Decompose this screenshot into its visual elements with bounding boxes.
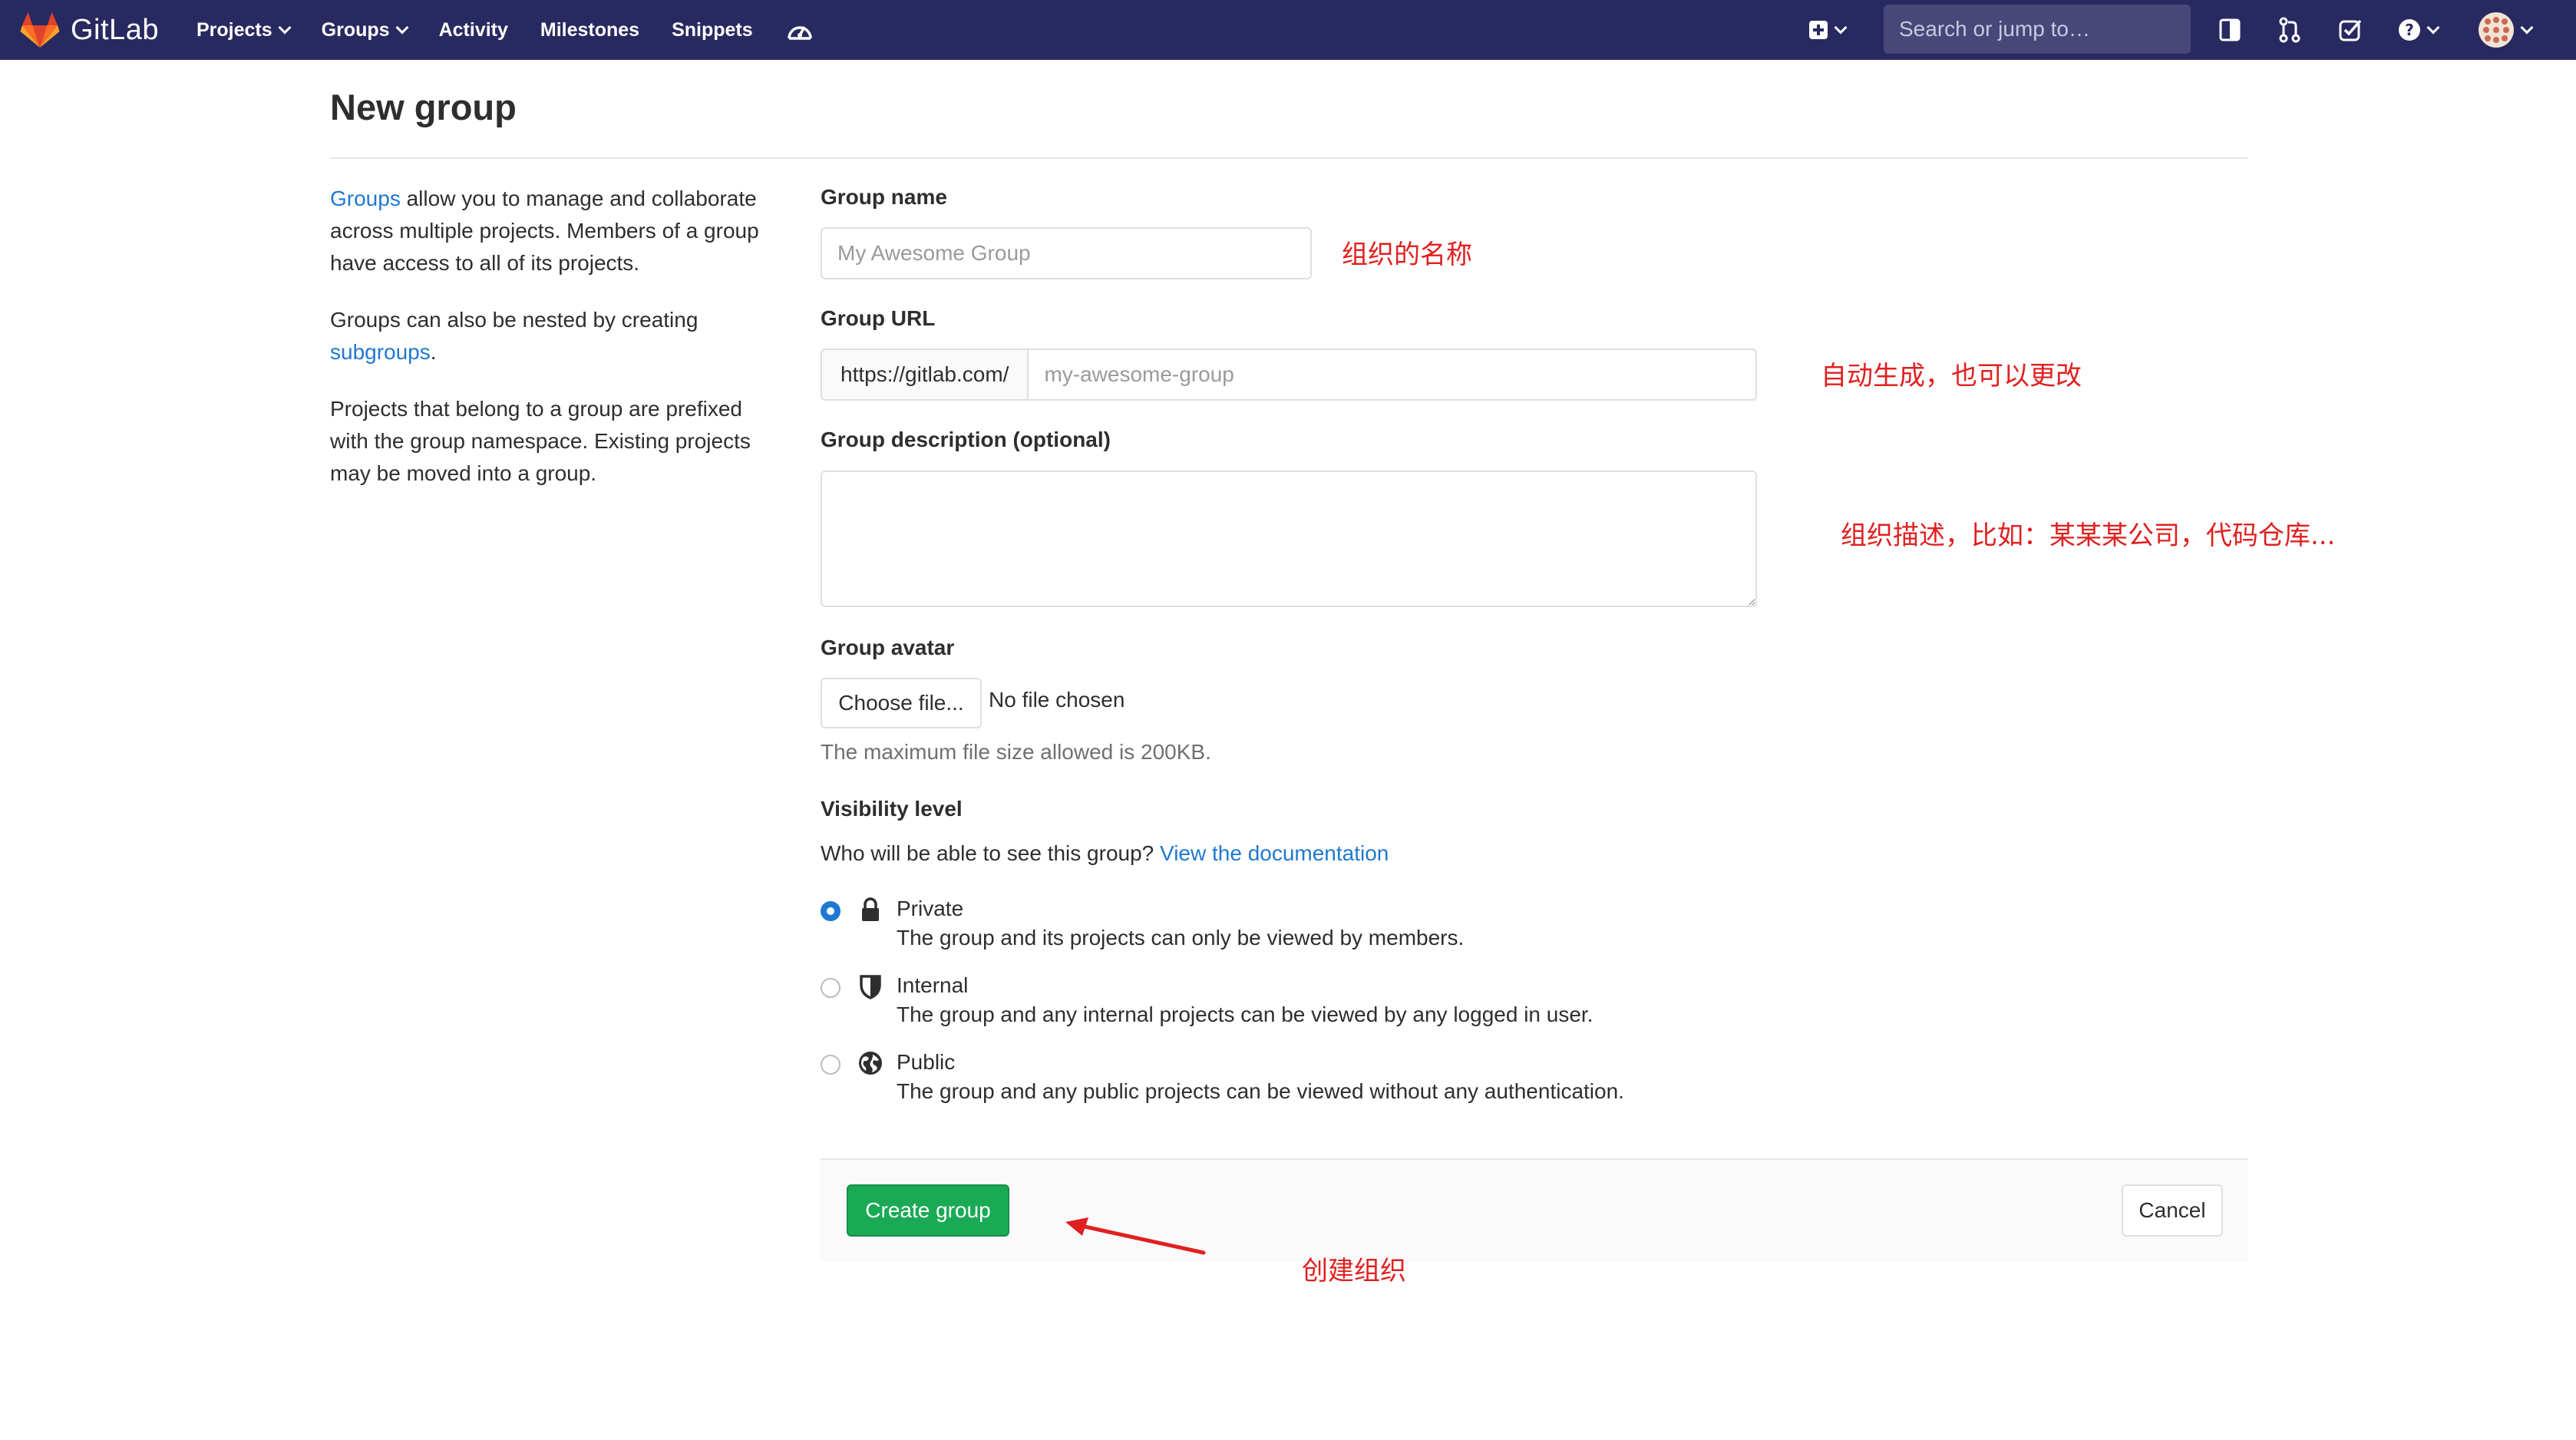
file-status-text: No file chosen <box>989 688 1125 712</box>
nav-activity-label: Activity <box>438 18 508 41</box>
annotation-create-group: 创建组织 <box>1302 1256 1406 1286</box>
visibility-public-label: Public <box>897 1050 956 1074</box>
visibility-radio-private[interactable] <box>821 901 841 921</box>
chevron-down-icon <box>278 21 292 35</box>
nav-groups[interactable]: Groups <box>321 18 409 41</box>
visibility-question: Who will be able to see this group? View… <box>821 841 1389 866</box>
svg-text:?: ? <box>2405 21 2414 39</box>
group-url-field: https://gitlab.com/ <box>821 348 1757 401</box>
user-avatar <box>2479 12 2514 48</box>
nav-activity[interactable]: Activity <box>439 19 508 41</box>
todo-check-icon <box>2339 19 2362 41</box>
nav-projects[interactable]: Projects <box>197 18 292 41</box>
chevron-down-icon <box>395 21 409 35</box>
cancel-button[interactable]: Cancel <box>2122 1184 2223 1237</box>
todos-button[interactable] <box>2338 15 2363 45</box>
admin-area-link[interactable] <box>785 17 814 43</box>
merge-request-icon <box>2279 17 2300 43</box>
title-divider <box>330 157 2247 159</box>
info-text-3: Projects that belong to a group are pref… <box>330 397 751 485</box>
merge-requests-button[interactable] <box>2278 15 2301 45</box>
main-nav: Projects Groups Activity Milestones Snip… <box>197 0 847 60</box>
info-paragraph-groups: Groups allow you to manage and collabora… <box>330 183 783 279</box>
visibility-internal-label: Internal <box>897 973 969 997</box>
group-url-label: Group URL <box>821 306 936 330</box>
info-paragraph-subgroups: Groups can also be nested by creating su… <box>330 304 783 368</box>
visibility-public-desc: The group and any public projects can be… <box>897 1079 1624 1103</box>
brand-name: GitLab <box>71 13 159 46</box>
visibility-level-label: Visibility level <box>821 797 963 821</box>
group-url-prefix: https://gitlab.com/ <box>822 350 1029 399</box>
annotation-group-name: 组织的名称 <box>1342 239 1472 270</box>
annotation-group-url: 自动生成，也可以更改 <box>1821 361 2082 391</box>
info-text-2: Groups can also be nested by creating <box>330 308 698 332</box>
help-dropdown[interactable]: ? <box>2398 15 2440 45</box>
max-file-size-help: The maximum file size allowed is 200KB. <box>821 740 1211 764</box>
sidebar-toggle-button[interactable] <box>2218 15 2241 45</box>
chevron-down-icon <box>2520 21 2534 35</box>
admin-dashboard-icon <box>787 26 812 40</box>
visibility-radio-public[interactable] <box>821 1055 841 1075</box>
globe-icon <box>859 1052 882 1075</box>
nav-snippets[interactable]: Snippets <box>672 19 753 41</box>
info-paragraph-namespace: Projects that belong to a group are pref… <box>330 393 783 490</box>
visibility-internal-desc: The group and any internal projects can … <box>897 1002 1593 1026</box>
gitlab-logo[interactable]: GitLab <box>20 9 159 51</box>
visibility-radio-internal[interactable] <box>821 978 841 998</box>
top-navbar: GitLab Projects Groups Activity Mileston… <box>0 0 2576 60</box>
chevron-down-icon <box>2426 21 2440 35</box>
visibility-private-label: Private <box>897 897 964 920</box>
groups-help-link[interactable]: Groups <box>330 187 401 210</box>
annotation-arrow-icon <box>1065 1217 1206 1255</box>
group-url-input[interactable] <box>1029 350 1755 399</box>
info-text-2-end: . <box>430 340 437 364</box>
nav-milestones-label: Milestones <box>540 18 640 41</box>
form-actions-bar: Create group Cancel <box>821 1158 2247 1261</box>
group-description-textarea[interactable] <box>821 471 1757 607</box>
sidebar-toggle-icon <box>2219 18 2241 41</box>
help-icon: ? <box>2399 19 2420 41</box>
info-sidebar: Groups allow you to manage and collabora… <box>330 183 783 514</box>
chevron-down-icon <box>1834 21 1848 35</box>
nav-groups-label: Groups <box>321 18 390 41</box>
group-name-label: Group name <box>821 185 947 209</box>
new-dropdown[interactable] <box>1808 15 1848 45</box>
shield-icon <box>860 975 881 999</box>
group-avatar-label: Group avatar <box>821 636 955 659</box>
new-plus-icon <box>1809 21 1828 39</box>
search-box <box>1884 5 2191 54</box>
create-group-button[interactable]: Create group <box>847 1184 1009 1237</box>
nav-projects-label: Projects <box>197 18 272 41</box>
visibility-question-text: Who will be able to see this group? <box>821 841 1161 865</box>
annotation-group-description: 组织描述，比如：某某某公司，代码仓库... <box>1841 520 2336 551</box>
visibility-private-desc: The group and its projects can only be v… <box>897 926 1465 950</box>
nav-milestones[interactable]: Milestones <box>540 19 639 41</box>
group-description-label: Group description (optional) <box>821 428 1111 451</box>
group-name-input[interactable] <box>821 227 1312 279</box>
user-menu[interactable] <box>2478 11 2534 49</box>
choose-file-button[interactable]: Choose file... <box>821 678 982 728</box>
gitlab-tanuki-icon <box>20 12 60 48</box>
page-title: New group <box>330 87 517 127</box>
search-input[interactable] <box>1897 16 2178 42</box>
nav-snippets-label: Snippets <box>672 18 753 41</box>
lock-icon <box>862 897 879 921</box>
view-documentation-link[interactable]: View the documentation <box>1160 841 1389 865</box>
subgroups-help-link[interactable]: subgroups <box>330 340 431 364</box>
